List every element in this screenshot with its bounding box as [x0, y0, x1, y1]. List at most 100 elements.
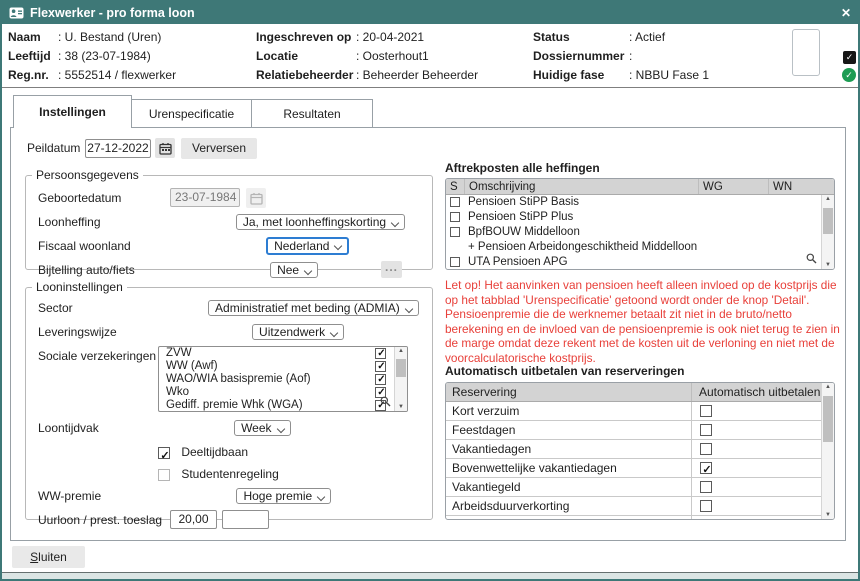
- dossiernummer-value: [629, 49, 632, 63]
- column-header-s: S: [446, 179, 465, 194]
- loonheffing-select[interactable]: Ja, met loonheffingskorting: [236, 214, 405, 230]
- geboortedatum-input: 23-07-1984: [170, 188, 240, 207]
- studentenregeling-label: Studentenregeling: [181, 467, 278, 481]
- vakantiegeld-checkbox[interactable]: [700, 481, 712, 493]
- list-item[interactable]: ZVW: [159, 347, 407, 360]
- scrollbar-thumb[interactable]: [396, 359, 406, 377]
- feestdagen-checkbox[interactable]: [700, 424, 712, 436]
- relatiebeheerder-value: Beheerder Beheerder: [356, 68, 478, 82]
- tab-resultaten[interactable]: Resultaten: [251, 99, 373, 127]
- ww-premie-select[interactable]: Hoge premie: [236, 488, 331, 504]
- loontijdvak-select[interactable]: Week: [234, 420, 290, 436]
- naam-value: U. Bestand (Uren): [58, 30, 161, 44]
- persoonsgegevens-fieldset: Persoonsgegevens Geboortedatum 23-07-198…: [25, 168, 433, 270]
- tab-urenspecificatie[interactable]: Urenspecificatie: [131, 99, 252, 127]
- list-item[interactable]: WW (Awf): [159, 360, 407, 373]
- zvw-checkbox[interactable]: [375, 348, 386, 359]
- titlebar: Flexwerker - pro forma loon ✕: [2, 2, 858, 24]
- scroll-down-icon[interactable]: ▼: [822, 262, 834, 268]
- arbeidsduurverkorting-checkbox[interactable]: [700, 500, 712, 512]
- tab-instellingen[interactable]: Instellingen: [13, 95, 132, 128]
- peildatum-input[interactable]: 27-12-2022: [85, 139, 151, 158]
- pensioen-stipp-basis-checkbox[interactable]: [450, 197, 460, 207]
- table-row[interactable]: Pensioen StiPP Plus: [446, 210, 834, 225]
- deeltijdbaan-checkbox[interactable]: [158, 447, 170, 459]
- aftrekposten-body: Pensioen StiPP Basis Pensioen StiPP Plus…: [446, 195, 834, 269]
- ww-awf-checkbox[interactable]: [375, 361, 386, 372]
- bijtelling-select[interactable]: Nee: [270, 262, 318, 278]
- sector-label: Sector: [38, 301, 73, 315]
- locatie-label: Locatie: [256, 47, 356, 66]
- leveringswijze-label: Leveringswijze: [38, 325, 117, 339]
- reserveringen-header-row: Reservering Automatisch uitbetalen: [446, 383, 821, 402]
- contact-card-icon: [9, 7, 24, 19]
- uta-pensioen-apg-checkbox[interactable]: [450, 257, 460, 267]
- looninstellingen-fieldset: Looninstellingen Sector Administratief m…: [25, 280, 433, 520]
- reserveringen-table: Reservering Automatisch uitbetalen Kort …: [445, 382, 835, 520]
- table-row[interactable]: Bovenwettelijke vakantiedagen: [446, 459, 821, 478]
- sector-select[interactable]: Administratief met beding (ADMIA): [208, 300, 419, 316]
- close-icon[interactable]: ✕: [841, 6, 851, 20]
- uurloon-input[interactable]: 20,00: [170, 510, 217, 529]
- peildatum-calendar-icon[interactable]: [155, 138, 175, 158]
- column-header-wg: WG: [699, 179, 769, 194]
- table-row[interactable]: Pensioen StiPP Basis: [446, 195, 834, 210]
- table-row[interactable]: Kort verzuim: [446, 402, 821, 421]
- fiscaal-woonland-select[interactable]: Nederland: [266, 237, 349, 255]
- table-row[interactable]: Feestdagen: [446, 421, 821, 440]
- wao-wia-checkbox[interactable]: [375, 374, 386, 385]
- checked-flag-icon: ✓: [843, 51, 856, 64]
- peildatum-label: Peildatum: [27, 141, 85, 155]
- scroll-up-icon[interactable]: ▲: [395, 348, 407, 354]
- bijtelling-more-button[interactable]: ...: [381, 261, 402, 278]
- pensioen-warning-text: Let op! Het aanvinken van pensioen heeft…: [445, 278, 843, 366]
- table-row[interactable]: Vakantiegeld: [446, 478, 821, 497]
- scrollbar-thumb[interactable]: [823, 208, 833, 234]
- aftrekposten-title: Aftrekposten alle heffingen: [445, 161, 600, 175]
- studentenregeling-checkbox[interactable]: [158, 469, 170, 481]
- column-header-wn: WN: [769, 179, 834, 194]
- scroll-down-icon[interactable]: ▼: [822, 512, 834, 518]
- list-item[interactable]: Gediff. premie Whk (WGA): [159, 399, 407, 412]
- scrollbar-thumb[interactable]: [823, 396, 833, 442]
- sluiten-button[interactable]: Sluiten: [12, 546, 85, 568]
- chevron-down-icon: [405, 305, 413, 313]
- kort-verzuim-checkbox[interactable]: [700, 405, 712, 417]
- relatiebeheerder-label: Relatiebeheerder: [256, 66, 356, 85]
- verversen-button[interactable]: Verversen: [181, 138, 257, 159]
- ingeschreven-value: 20-04-2021: [356, 30, 424, 44]
- regnr-label: Reg.nr.: [8, 66, 58, 85]
- zoom-search-icon[interactable]: [380, 396, 391, 410]
- column-header-automatisch-uitbetalen: Automatisch uitbetalen: [692, 383, 821, 401]
- zoom-search-icon[interactable]: [806, 253, 817, 267]
- listbox-scrollbar[interactable]: ▲▼: [394, 347, 407, 411]
- dossiernummer-label: Dossiernummer: [533, 47, 629, 66]
- peildatum-row: Peildatum 27-12-2022 Verversen: [27, 137, 257, 159]
- scroll-up-icon[interactable]: ▲: [822, 196, 834, 202]
- scroll-up-icon[interactable]: ▲: [822, 384, 834, 390]
- vakantiedagen-checkbox[interactable]: [700, 443, 712, 455]
- prestatie-toeslag-input[interactable]: [222, 510, 269, 529]
- locatie-value: Oosterhout1: [356, 49, 429, 63]
- aftrekposten-scrollbar[interactable]: ▲▼: [821, 195, 834, 269]
- leveringswijze-select[interactable]: Uitzendwerk: [252, 324, 344, 340]
- pensioen-stipp-plus-checkbox[interactable]: [450, 212, 460, 222]
- list-item[interactable]: WAO/WIA basispremie (Aof): [159, 373, 407, 386]
- table-row[interactable]: [446, 516, 821, 520]
- table-row[interactable]: Vakantiedagen: [446, 440, 821, 459]
- reserveringen-scrollbar[interactable]: ▲▼: [821, 383, 834, 519]
- table-row[interactable]: UTA Pensioen APG: [446, 255, 834, 270]
- photo-placeholder: [792, 29, 820, 76]
- info-column-3: StatusActief Dossiernummer Huidige faseN…: [533, 28, 709, 85]
- bovenwettelijke-vakantiedagen-checkbox[interactable]: [700, 462, 712, 474]
- sociale-verzekeringen-listbox[interactable]: ZVW WW (Awf) WAO/WIA basispremie (Aof) W…: [158, 346, 408, 412]
- table-row[interactable]: BpfBOUW Middelloon: [446, 225, 834, 240]
- reservering-checkbox[interactable]: [700, 519, 712, 520]
- bpfbouw-middelloon-checkbox[interactable]: [450, 227, 460, 237]
- aftrekposten-header-row: S Omschrijving WG WN: [446, 179, 834, 195]
- table-row[interactable]: + Pensioen Arbeidongeschiktheid Middello…: [446, 240, 834, 255]
- table-row[interactable]: Arbeidsduurverkorting: [446, 497, 821, 516]
- scroll-down-icon[interactable]: ▼: [395, 404, 407, 410]
- list-item[interactable]: Wko: [159, 386, 407, 399]
- naam-label: Naam: [8, 28, 58, 47]
